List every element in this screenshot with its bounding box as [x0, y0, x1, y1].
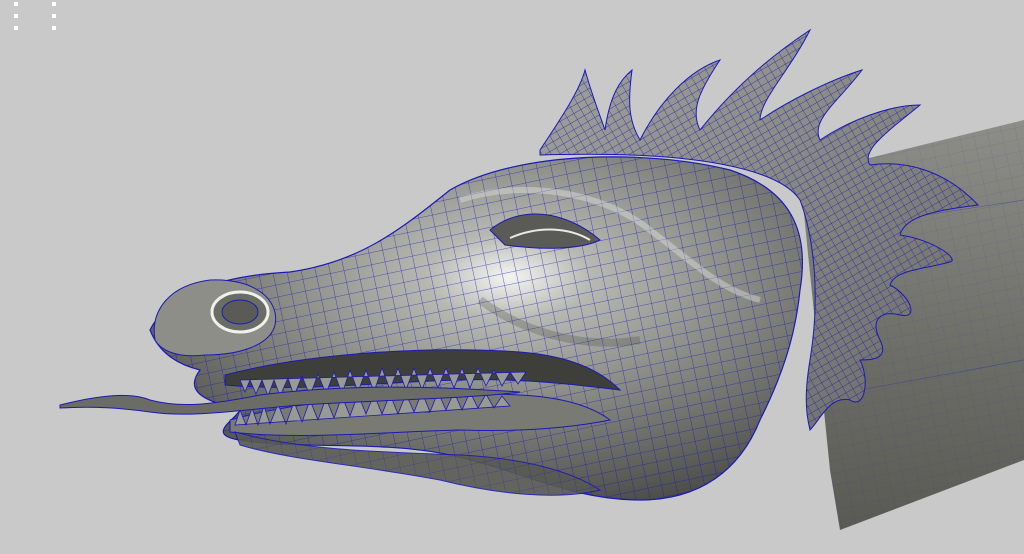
3d-viewport[interactable] — [0, 0, 1024, 554]
snout-tip — [153, 279, 277, 357]
dragon-head-model[interactable] — [0, 0, 1024, 554]
